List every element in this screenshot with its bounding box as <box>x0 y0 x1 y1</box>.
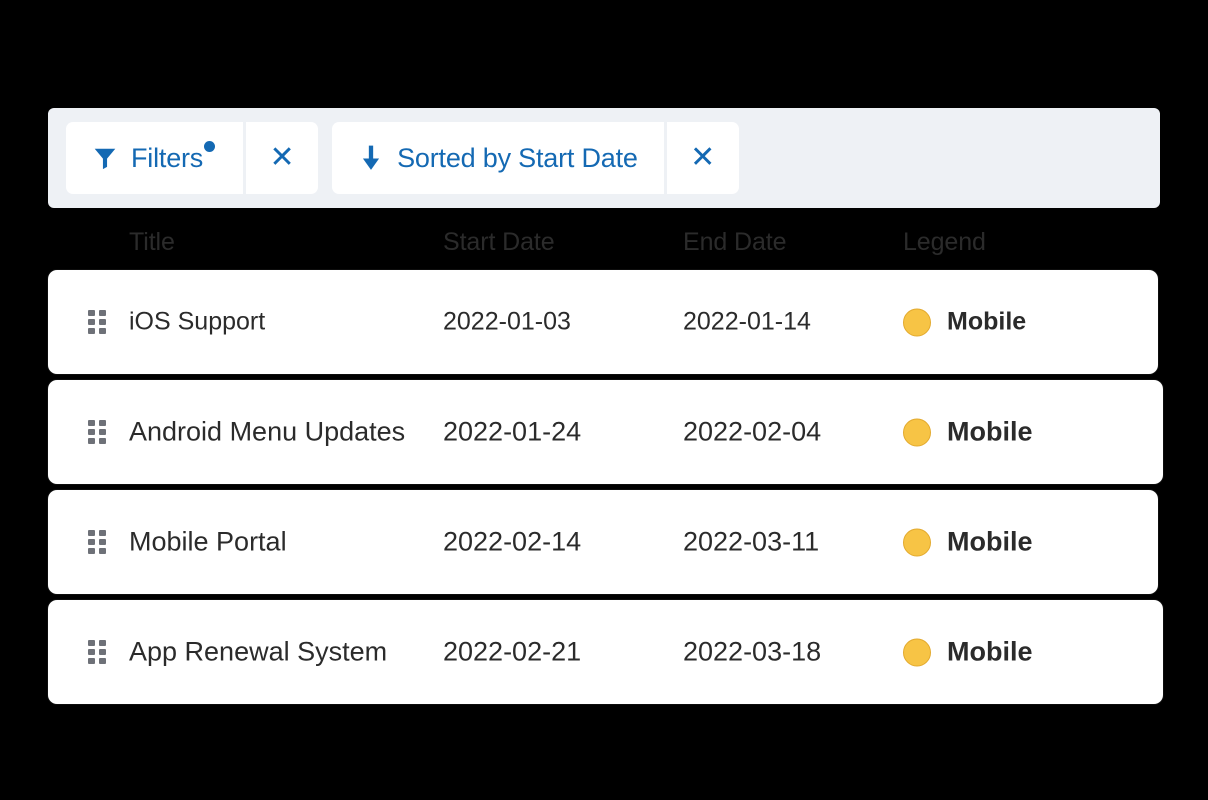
row-end-date: 2022-02-04 <box>683 416 822 447</box>
row-title: iOS Support <box>129 307 266 336</box>
row-end-date: 2022-01-14 <box>683 307 811 336</box>
table-row[interactable]: App Renewal System 2022-02-21 2022-03-18… <box>48 600 1163 704</box>
legend-label: Mobile <box>947 526 1033 557</box>
sort-button[interactable]: Sorted by Start Date <box>332 122 664 194</box>
close-icon: ✕ <box>690 140 716 175</box>
column-header-end-date[interactable]: End Date <box>683 228 787 257</box>
row-start-date: 2022-01-03 <box>443 307 571 336</box>
legend-color-dot-icon <box>903 308 931 336</box>
legend-color-dot-icon <box>903 418 931 446</box>
drag-handle-icon[interactable] <box>88 640 106 664</box>
legend-label: Mobile <box>947 416 1033 447</box>
filters-active-badge-icon <box>204 140 216 152</box>
table-rows: iOS Support 2022-01-03 2022-01-14 Mobile… <box>48 270 1168 710</box>
filters-chip-group: Filters ✕ <box>66 122 319 194</box>
drag-handle-icon[interactable] <box>88 420 106 444</box>
clear-sort-button[interactable]: ✕ <box>666 122 739 194</box>
row-title: App Renewal System <box>129 636 388 667</box>
close-icon: ✕ <box>269 140 295 175</box>
legend-color-dot-icon <box>903 638 931 666</box>
clear-filters-button[interactable]: ✕ <box>246 122 319 194</box>
legend-color-dot-icon <box>903 528 931 556</box>
legend-label: Mobile <box>947 636 1033 667</box>
row-legend: Mobile <box>903 308 1026 337</box>
sort-chip-group: Sorted by Start Date ✕ <box>332 122 739 194</box>
table-row[interactable]: Android Menu Updates 2022-01-24 2022-02-… <box>48 380 1163 484</box>
sort-label: Sorted by Start Date <box>397 142 638 173</box>
column-header-legend[interactable]: Legend <box>903 228 986 257</box>
row-start-date: 2022-02-21 <box>443 636 582 667</box>
drag-handle-icon[interactable] <box>88 310 106 334</box>
column-header-title[interactable]: Title <box>129 228 175 257</box>
filters-label: Filters <box>131 142 204 173</box>
table-row[interactable]: Mobile Portal 2022-02-14 2022-03-11 Mobi… <box>48 490 1158 594</box>
table-column-headers: Title Start Date End Date Legend <box>48 228 1160 264</box>
drag-handle-icon[interactable] <box>88 530 106 554</box>
row-end-date: 2022-03-18 <box>683 636 822 667</box>
column-header-start-date[interactable]: Start Date <box>443 228 555 257</box>
row-start-date: 2022-01-24 <box>443 416 582 447</box>
table-row[interactable]: iOS Support 2022-01-03 2022-01-14 Mobile <box>48 270 1158 374</box>
filter-sort-toolbar: Filters ✕ Sorted by Start Date ✕ <box>48 108 1160 208</box>
row-legend: Mobile <box>903 417 1033 448</box>
funnel-icon <box>92 145 118 171</box>
row-legend: Mobile <box>903 527 1033 558</box>
row-end-date: 2022-03-11 <box>683 526 820 557</box>
row-title: Mobile Portal <box>129 526 287 557</box>
row-title: Android Menu Updates <box>129 416 406 447</box>
row-legend: Mobile <box>903 637 1033 668</box>
filters-button[interactable]: Filters <box>66 122 244 194</box>
row-start-date: 2022-02-14 <box>443 526 582 557</box>
legend-label: Mobile <box>947 307 1027 336</box>
arrow-down-icon <box>358 144 384 172</box>
